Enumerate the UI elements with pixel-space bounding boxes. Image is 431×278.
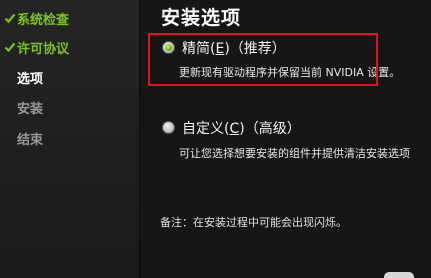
step-label: 许可协议: [17, 41, 70, 57]
installer-window: 系统检查 许可协议 选项 安装 结束 安装选项 精简(E)（推荐） 更新现有驱动…: [0, 0, 431, 278]
steps-sidebar: 系统检查 许可协议 选项 安装 结束: [0, 0, 140, 278]
bottom-control-edge: [384, 272, 414, 278]
step-install: 安装: [17, 97, 43, 117]
step-finish: 结束: [17, 128, 43, 148]
custom-option-description: 可让您选择想要安装的组件并提供清洁安装选项: [179, 147, 410, 160]
checkmark-icon: [4, 12, 16, 24]
step-options: 选项: [17, 67, 43, 87]
step-system-check: 系统检查: [4, 8, 69, 28]
checkmark-icon: [4, 41, 16, 53]
flicker-note: 备注：在安装过程中可能会出现闪烁。: [160, 216, 347, 229]
step-license: 许可协议: [4, 37, 69, 57]
option-accel-key: C: [229, 121, 240, 137]
step-label: 结束: [17, 132, 44, 148]
step-label: 安装: [17, 101, 44, 117]
page-title: 安装选项: [161, 7, 242, 29]
step-label: 选项: [17, 71, 44, 87]
highlight-annotation-box: [148, 33, 378, 86]
custom-radio[interactable]: [162, 121, 175, 134]
custom-option-label[interactable]: 自定义(C)（高级）: [182, 118, 301, 138]
option-label-suffix: )（高级）: [239, 121, 301, 137]
step-label: 系统检查: [17, 12, 70, 28]
option-label-prefix: 自定义(: [182, 121, 230, 137]
